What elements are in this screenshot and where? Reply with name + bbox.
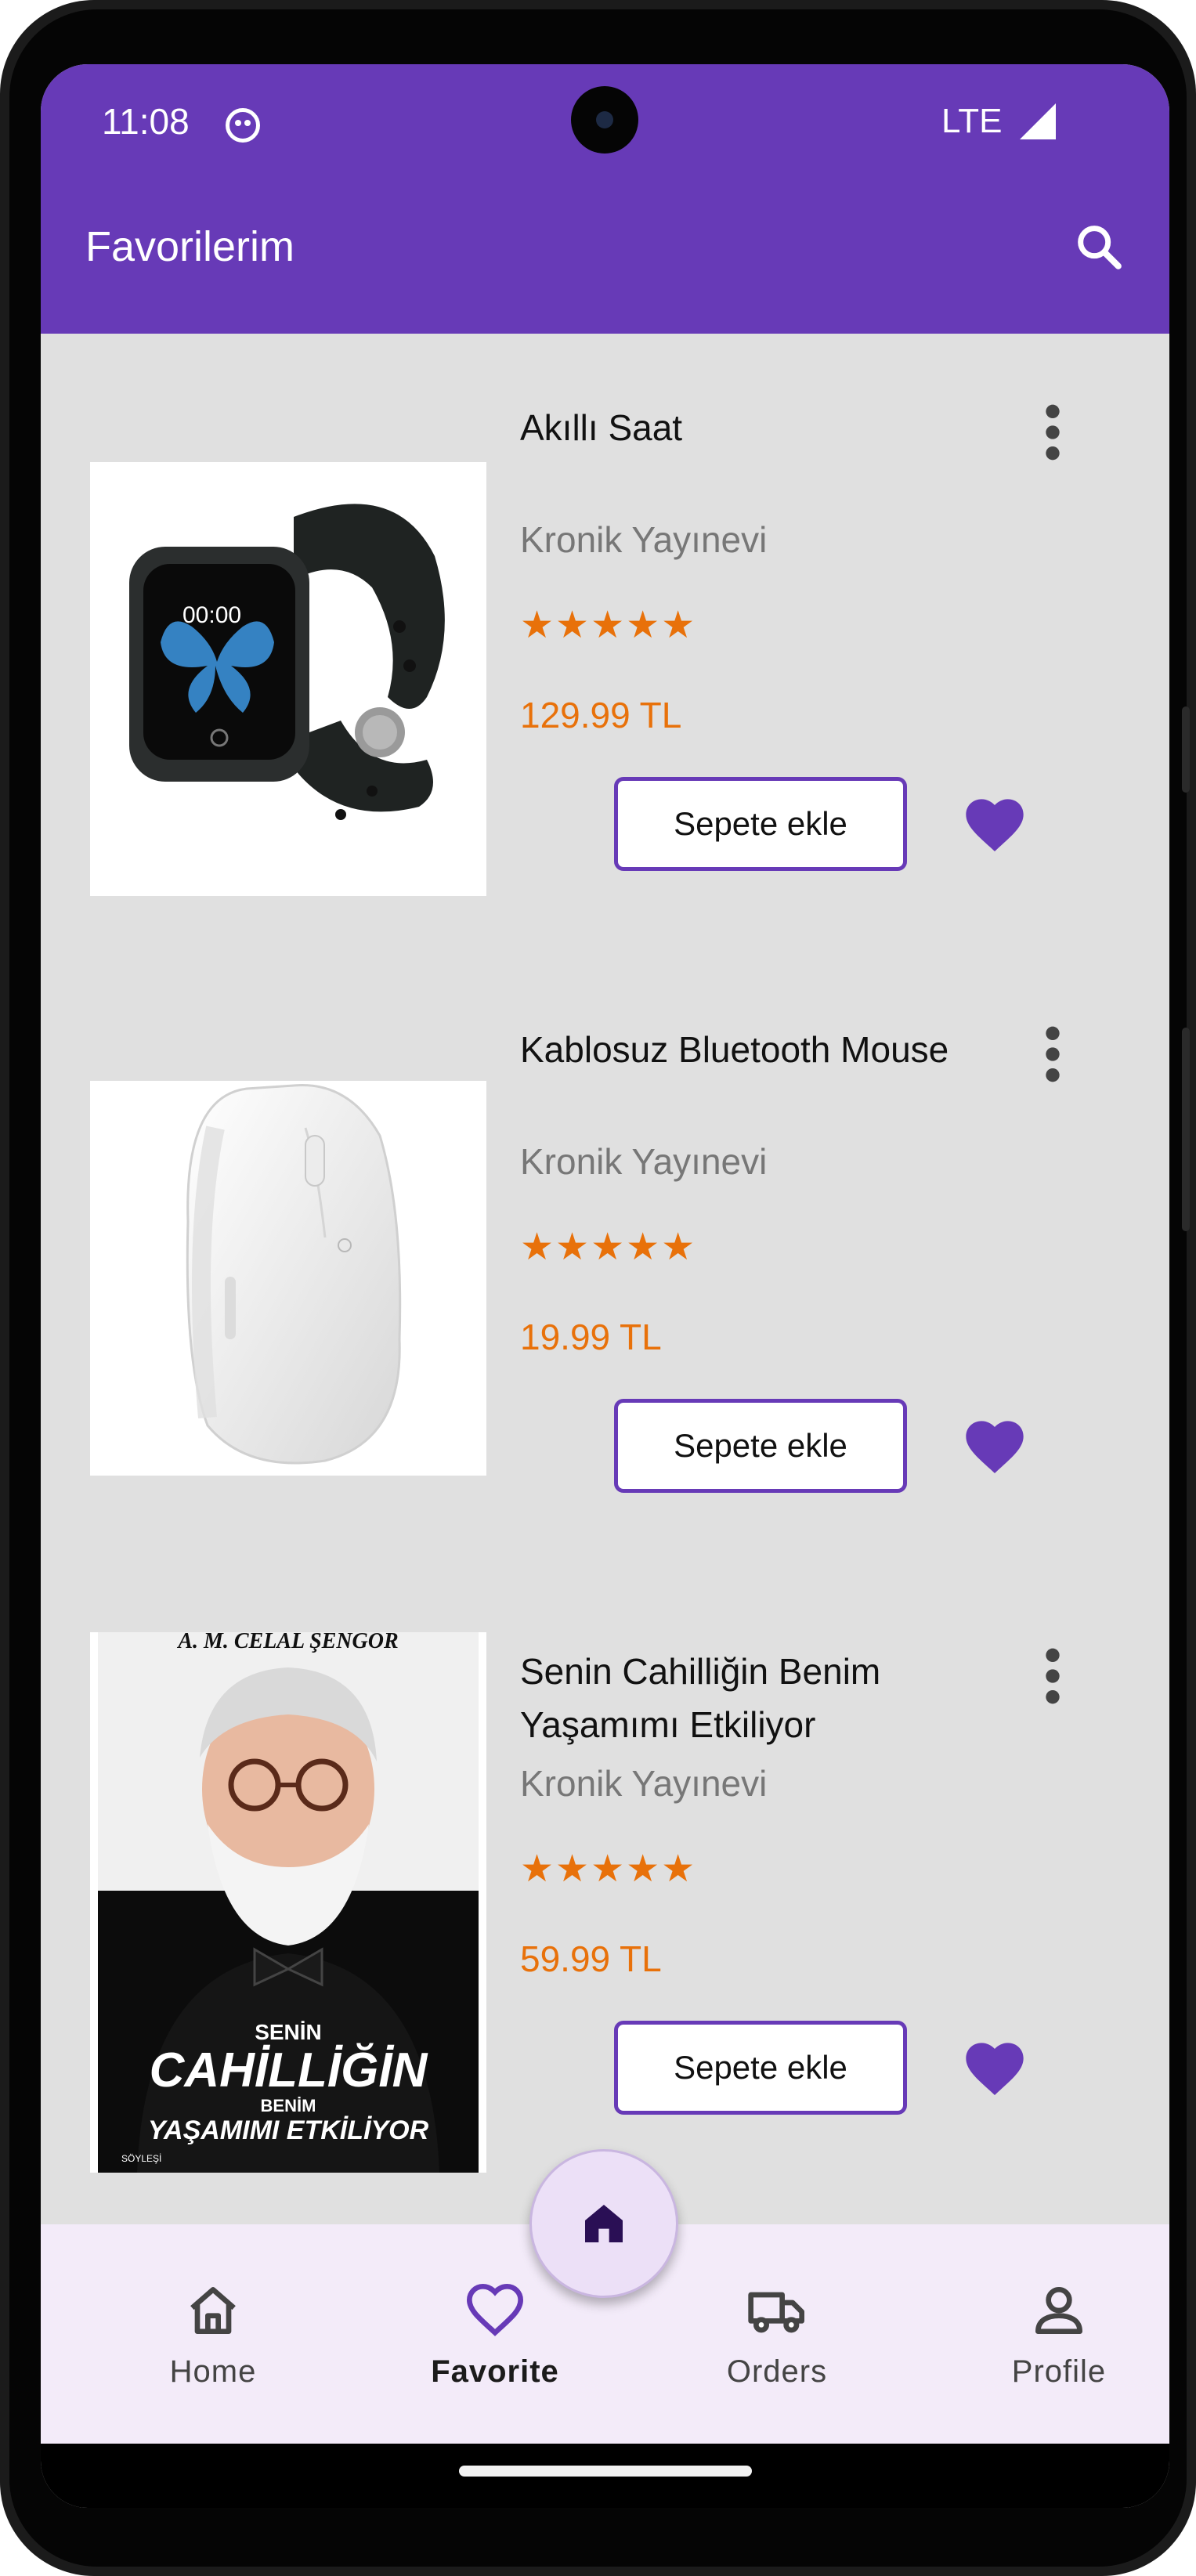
watch-face-time: 00:00 <box>182 602 241 628</box>
person-icon <box>1035 2287 1082 2334</box>
screen: 11:08 LTE Favorilerim 00:00 Akıllı Saat … <box>41 64 1169 2508</box>
cover-line-3: BENİM <box>261 2096 316 2115</box>
home-icon <box>190 2287 236 2334</box>
list-item: Kablosuz Bluetooth Mouse Kronik Yayınevi… <box>41 1023 1169 1571</box>
signal-icon <box>1020 103 1056 139</box>
nav-profile[interactable]: Profile <box>918 2224 1169 2444</box>
notification-icon <box>226 108 260 143</box>
add-to-cart-button[interactable]: Sepete ekle <box>614 2021 907 2115</box>
add-to-cart-button[interactable]: Sepete ekle <box>614 1399 907 1493</box>
status-time: 11:08 <box>102 101 190 142</box>
app-bar: Favorilerim <box>41 179 1169 334</box>
product-image: A. M. CELAL ŞENGÖR SENİN CAHİLLİĞİN BENİ… <box>90 1632 486 2173</box>
list-item: 00:00 Akıllı Saat Kronik Yayınevi ★★★★★ … <box>41 401 1169 949</box>
phone-bezel: 11:08 LTE Favorilerim 00:00 Akıllı Saat … <box>9 9 1190 2567</box>
status-bar: 11:08 LTE <box>41 64 1169 179</box>
product-publisher: Kronik Yayınevi <box>520 519 768 560</box>
list-item: A. M. CELAL ŞENGÖR SENİN CAHİLLİĞİN BENİ… <box>41 1632 1169 2193</box>
add-to-cart-button[interactable]: Sepete ekle <box>614 777 907 871</box>
product-title: Kablosuz Bluetooth Mouse <box>520 1029 949 1070</box>
network-type: LTE <box>941 102 1003 140</box>
more-options-icon[interactable] <box>1037 1645 1068 1707</box>
product-price: 129.99 TL <box>520 695 682 735</box>
product-publisher: Kronik Yayınevi <box>520 1763 768 1804</box>
camera-icon <box>571 86 638 154</box>
product-image <box>90 1081 486 1476</box>
cover-line-4: YAŞAMIMI ETKİLİYOR <box>148 2115 429 2145</box>
rating-stars: ★★★★★ <box>520 1848 697 1890</box>
gesture-handle[interactable] <box>459 2466 752 2477</box>
power-button <box>1182 1028 1190 1231</box>
nav-home[interactable]: Home <box>72 2224 354 2444</box>
nav-orders[interactable]: Orders <box>636 2224 918 2444</box>
heart-icon <box>466 2283 524 2336</box>
gesture-area <box>41 2444 1169 2508</box>
heart-icon[interactable] <box>963 2038 1026 2097</box>
nav-label: Home <box>169 2354 257 2389</box>
home-fab-button[interactable] <box>529 2149 678 2298</box>
more-options-icon[interactable] <box>1037 401 1068 464</box>
heart-icon[interactable] <box>963 1416 1026 1476</box>
cover-author: A. M. CELAL ŞENGÖR <box>176 1632 398 1653</box>
truck-icon <box>748 2292 804 2333</box>
search-icon[interactable] <box>1071 219 1126 274</box>
nav-label: Profile <box>1011 2354 1107 2389</box>
rating-stars: ★★★★★ <box>520 605 697 646</box>
home-icon <box>585 2205 623 2242</box>
nav-label: Orders <box>726 2354 828 2389</box>
product-title: Senin Cahilliğin Benim Yaşamımı Etkiliyo… <box>520 1651 881 1745</box>
phone-frame: 11:08 LTE Favorilerim 00:00 Akıllı Saat … <box>0 0 1196 2576</box>
product-image: 00:00 <box>90 462 486 896</box>
volume-button <box>1182 706 1190 793</box>
nav-label: Favorite <box>431 2354 559 2389</box>
cover-footer: SÖYLEŞİ <box>121 2153 161 2164</box>
heart-icon[interactable] <box>963 794 1026 854</box>
cover-line-1: SENİN <box>255 2020 322 2044</box>
product-title: Akıllı Saat <box>520 407 683 448</box>
product-publisher: Kronik Yayınevi <box>520 1141 768 1182</box>
product-price: 59.99 TL <box>520 1938 662 1979</box>
page-title: Favorilerim <box>85 223 295 270</box>
rating-stars: ★★★★★ <box>520 1227 697 1268</box>
more-options-icon[interactable] <box>1037 1023 1068 1086</box>
cover-line-2: CAHİLLİĞİN <box>150 2043 428 2097</box>
product-price: 19.99 TL <box>520 1317 662 1357</box>
